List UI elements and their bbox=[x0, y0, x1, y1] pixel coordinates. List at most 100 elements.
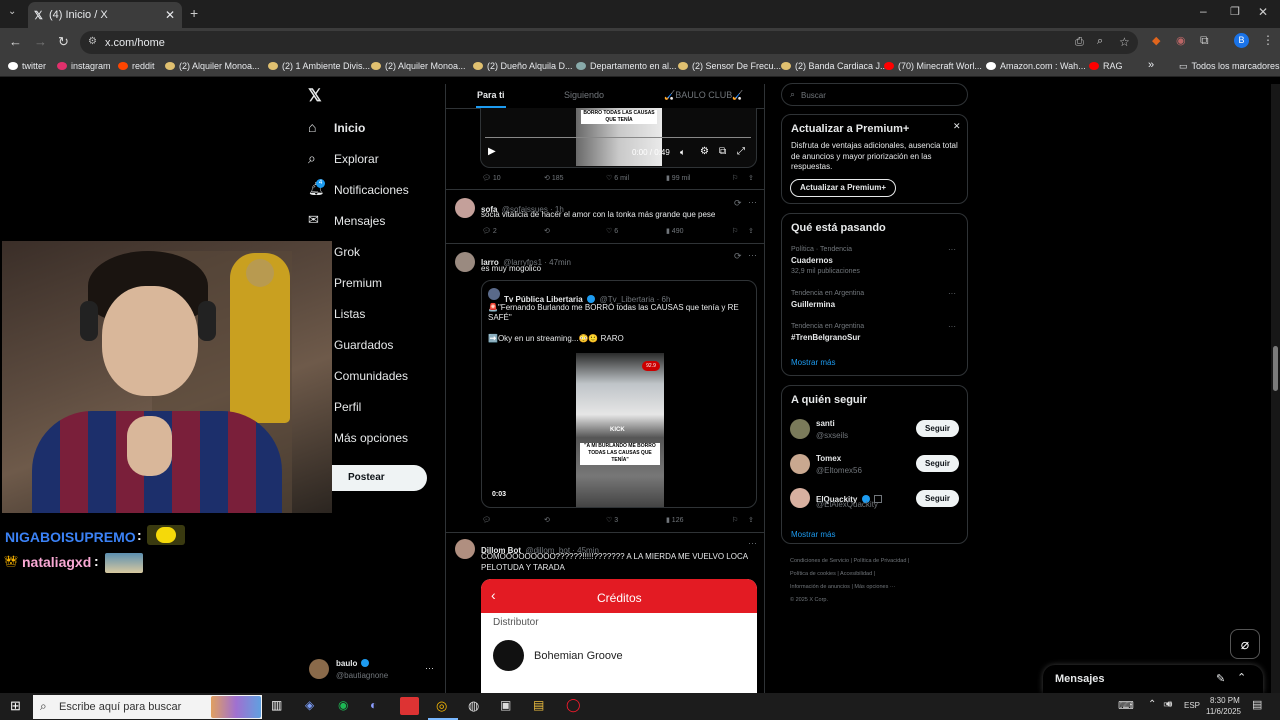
extension-fox-icon[interactable]: ◆ bbox=[1152, 34, 1160, 47]
premium-upgrade-button[interactable]: Actualizar a Premium+ bbox=[790, 179, 896, 197]
reply-icon[interactable]: 💬︎ 10 bbox=[482, 174, 501, 182]
nav-premium[interactable]: Premium bbox=[334, 276, 382, 290]
play-icon[interactable]: ▶ bbox=[488, 146, 496, 157]
share-icon[interactable]: ⇪ bbox=[748, 516, 754, 524]
nav-listas[interactable]: Listas bbox=[334, 307, 365, 321]
restore-icon[interactable]: ❐ bbox=[1230, 5, 1240, 18]
reply-icon[interactable]: 💬︎ bbox=[482, 516, 491, 524]
close-tab-icon[interactable]: ✕ bbox=[165, 8, 175, 22]
taskbar-search[interactable]: ⌕ Escribe aquí para buscar bbox=[33, 695, 262, 719]
nav-mensajes[interactable]: Mensajes bbox=[334, 214, 385, 228]
bookmark-item[interactable]: Departamento en al... bbox=[576, 61, 677, 71]
address-bar[interactable]: ⚙ x.com/home ⎙ ⌕ ☆ bbox=[80, 31, 1138, 54]
notification-center-icon[interactable]: ▤ bbox=[1252, 698, 1262, 711]
discord-icon[interactable]: ◐ bbox=[370, 698, 377, 712]
extensions-puzzle-icon[interactable]: ⧉ bbox=[1200, 33, 1209, 48]
share-icon[interactable]: ⇪ bbox=[748, 227, 754, 235]
post-more-icon[interactable]: ··· bbox=[748, 250, 757, 260]
repost-icon[interactable]: ⟲ bbox=[544, 516, 550, 524]
grok-icon[interactable]: ⟳ bbox=[734, 251, 742, 262]
copilot-icon[interactable]: ◈ bbox=[305, 698, 314, 712]
bookmark-icon[interactable]: ⚐ bbox=[732, 227, 738, 235]
spotify-icon[interactable]: ◉ bbox=[338, 698, 348, 712]
trending-show-more[interactable]: Mostrar más bbox=[791, 358, 835, 367]
bookmark-item[interactable]: (2) Dueño Alquila D... bbox=[473, 61, 573, 71]
share-icon[interactable]: ⇪ bbox=[748, 174, 754, 182]
tray-chevron-icon[interactable]: ⌃ bbox=[1148, 699, 1156, 710]
close-window-icon[interactable]: ✕ bbox=[1258, 5, 1268, 19]
scrollbar-thumb[interactable] bbox=[1273, 346, 1278, 391]
nav-perfil[interactable]: Perfil bbox=[334, 400, 361, 414]
footer-links[interactable]: Condiciones de Servicio | Política de Pr… bbox=[790, 555, 965, 568]
x-logo-icon[interactable]: 𝕏 bbox=[308, 86, 322, 106]
tab-baulo-club[interactable]: 🏑BAULO CLUB🏑 bbox=[664, 90, 743, 101]
grok-icon[interactable]: ⟳ bbox=[734, 198, 742, 209]
repost-icon[interactable]: ⟲ 185 bbox=[544, 174, 564, 182]
quote-video[interactable]: 92.9 KICK "A MI BURLANDO ME BORRO TODAS … bbox=[576, 353, 664, 507]
bookmark-star-icon[interactable]: ☆ bbox=[1119, 35, 1130, 49]
bookmark-item[interactable]: (2) Alquiler Monoa... bbox=[165, 61, 260, 71]
trend-more-icon[interactable]: ··· bbox=[948, 245, 956, 254]
follow-button[interactable]: Seguir bbox=[916, 420, 959, 437]
windows-start-icon[interactable]: ⊞ bbox=[10, 698, 21, 714]
clock-date[interactable]: 11/6/2025 bbox=[1206, 707, 1241, 716]
trend-more-icon[interactable]: ··· bbox=[948, 322, 956, 331]
bookmark-item[interactable]: (2) Banda Cardiaca J... bbox=[781, 61, 888, 71]
bookmark-item[interactable]: instagram bbox=[57, 61, 111, 71]
like-icon[interactable]: ♡ 6 bbox=[606, 227, 618, 235]
views-icon[interactable]: ▮ 99 mil bbox=[666, 174, 690, 182]
video-progress-bar[interactable] bbox=[485, 137, 751, 138]
browser-tab[interactable]: 𝕏 (4) Inicio / X ✕ bbox=[28, 2, 182, 28]
extension-icon[interactable]: ◉ bbox=[1176, 34, 1186, 47]
like-icon[interactable]: ♡ 3 bbox=[606, 516, 618, 524]
keyboard-icon[interactable]: ⌨ bbox=[1118, 699, 1134, 712]
chrome-icon[interactable]: ◎ bbox=[436, 698, 447, 714]
views-icon[interactable]: ▮ 490 bbox=[666, 227, 683, 235]
tab-siguiendo[interactable]: Siguiendo bbox=[564, 90, 604, 100]
nav-guardados[interactable]: Guardados bbox=[334, 338, 393, 352]
profile-avatar[interactable]: B bbox=[1234, 33, 1249, 48]
bookmark-item[interactable]: RAG bbox=[1089, 61, 1123, 71]
follow-show-more[interactable]: Mostrar más bbox=[791, 530, 835, 539]
page-scrollbar[interactable] bbox=[1271, 84, 1280, 693]
zoom-icon[interactable]: ⌕ bbox=[1097, 35, 1103, 48]
bookmark-item[interactable]: (2) 1 Ambiente Divis... bbox=[268, 61, 370, 71]
nav-mas-opciones[interactable]: Más opciones bbox=[334, 431, 408, 445]
pip-icon[interactable]: ⧉ bbox=[719, 146, 726, 157]
follow-button[interactable]: Seguir bbox=[916, 490, 959, 507]
back-icon[interactable]: ← bbox=[9, 34, 22, 49]
nav-explorar[interactable]: Explorar bbox=[334, 152, 379, 166]
messages-drawer[interactable]: Mensajes ✎ ⌃ bbox=[1043, 665, 1263, 693]
close-icon[interactable]: ✕ bbox=[953, 121, 961, 132]
follow-button[interactable]: Seguir bbox=[916, 455, 959, 472]
voicemod-icon[interactable] bbox=[400, 697, 419, 715]
site-info-icon[interactable]: ⚙ bbox=[88, 36, 97, 47]
bookmark-item[interactable]: (2) Sensor De Frecu... bbox=[678, 61, 781, 71]
nav-comunidades[interactable]: Comunidades bbox=[334, 369, 408, 383]
footer-links[interactable]: Política de cookies | Accesibilidad | bbox=[790, 568, 965, 581]
repost-icon[interactable]: ⟲ bbox=[544, 227, 550, 235]
app-icon[interactable]: ▣ bbox=[500, 698, 511, 712]
bookmarks-overflow-icon[interactable]: » bbox=[1148, 59, 1154, 71]
views-icon[interactable]: ▮ 126 bbox=[666, 516, 683, 524]
opera-icon[interactable]: ◯ bbox=[566, 697, 581, 713]
bookmark-icon[interactable]: ⚐ bbox=[732, 516, 738, 524]
bookmark-item[interactable]: Amazon.com : Wah... bbox=[986, 61, 1086, 71]
task-view-icon[interactable]: ▥ bbox=[271, 698, 282, 712]
more-icon[interactable]: ··· bbox=[425, 663, 434, 673]
footer-links[interactable]: Información de anuncios | Más opciones ·… bbox=[790, 581, 965, 594]
quoted-post[interactable]: Tv Pública Libertaria @Tv_Libertaria · 6… bbox=[481, 280, 757, 508]
settings-icon[interactable]: ⚙ bbox=[700, 146, 709, 157]
new-message-icon[interactable]: ✎ bbox=[1216, 672, 1225, 685]
volume-icon[interactable]: 🔊︎ bbox=[1166, 699, 1172, 710]
like-icon[interactable]: ♡ 6 mil bbox=[606, 174, 629, 182]
tab-para-ti[interactable]: Para ti bbox=[477, 90, 505, 100]
new-tab-icon[interactable]: + bbox=[190, 5, 198, 21]
trend-more-icon[interactable]: ··· bbox=[948, 289, 956, 298]
video-player[interactable]: BORRO TODAS LAS CAUSAS QUE TENÍA ▶ 0:00 … bbox=[480, 108, 757, 168]
clock-time[interactable]: 8:30 PM bbox=[1210, 696, 1240, 705]
nav-grok[interactable]: Grok bbox=[334, 245, 360, 259]
expand-icon[interactable]: ⌃ bbox=[1237, 671, 1246, 684]
reload-icon[interactable]: ↻ bbox=[58, 34, 69, 50]
post-more-icon[interactable]: ··· bbox=[748, 197, 757, 207]
